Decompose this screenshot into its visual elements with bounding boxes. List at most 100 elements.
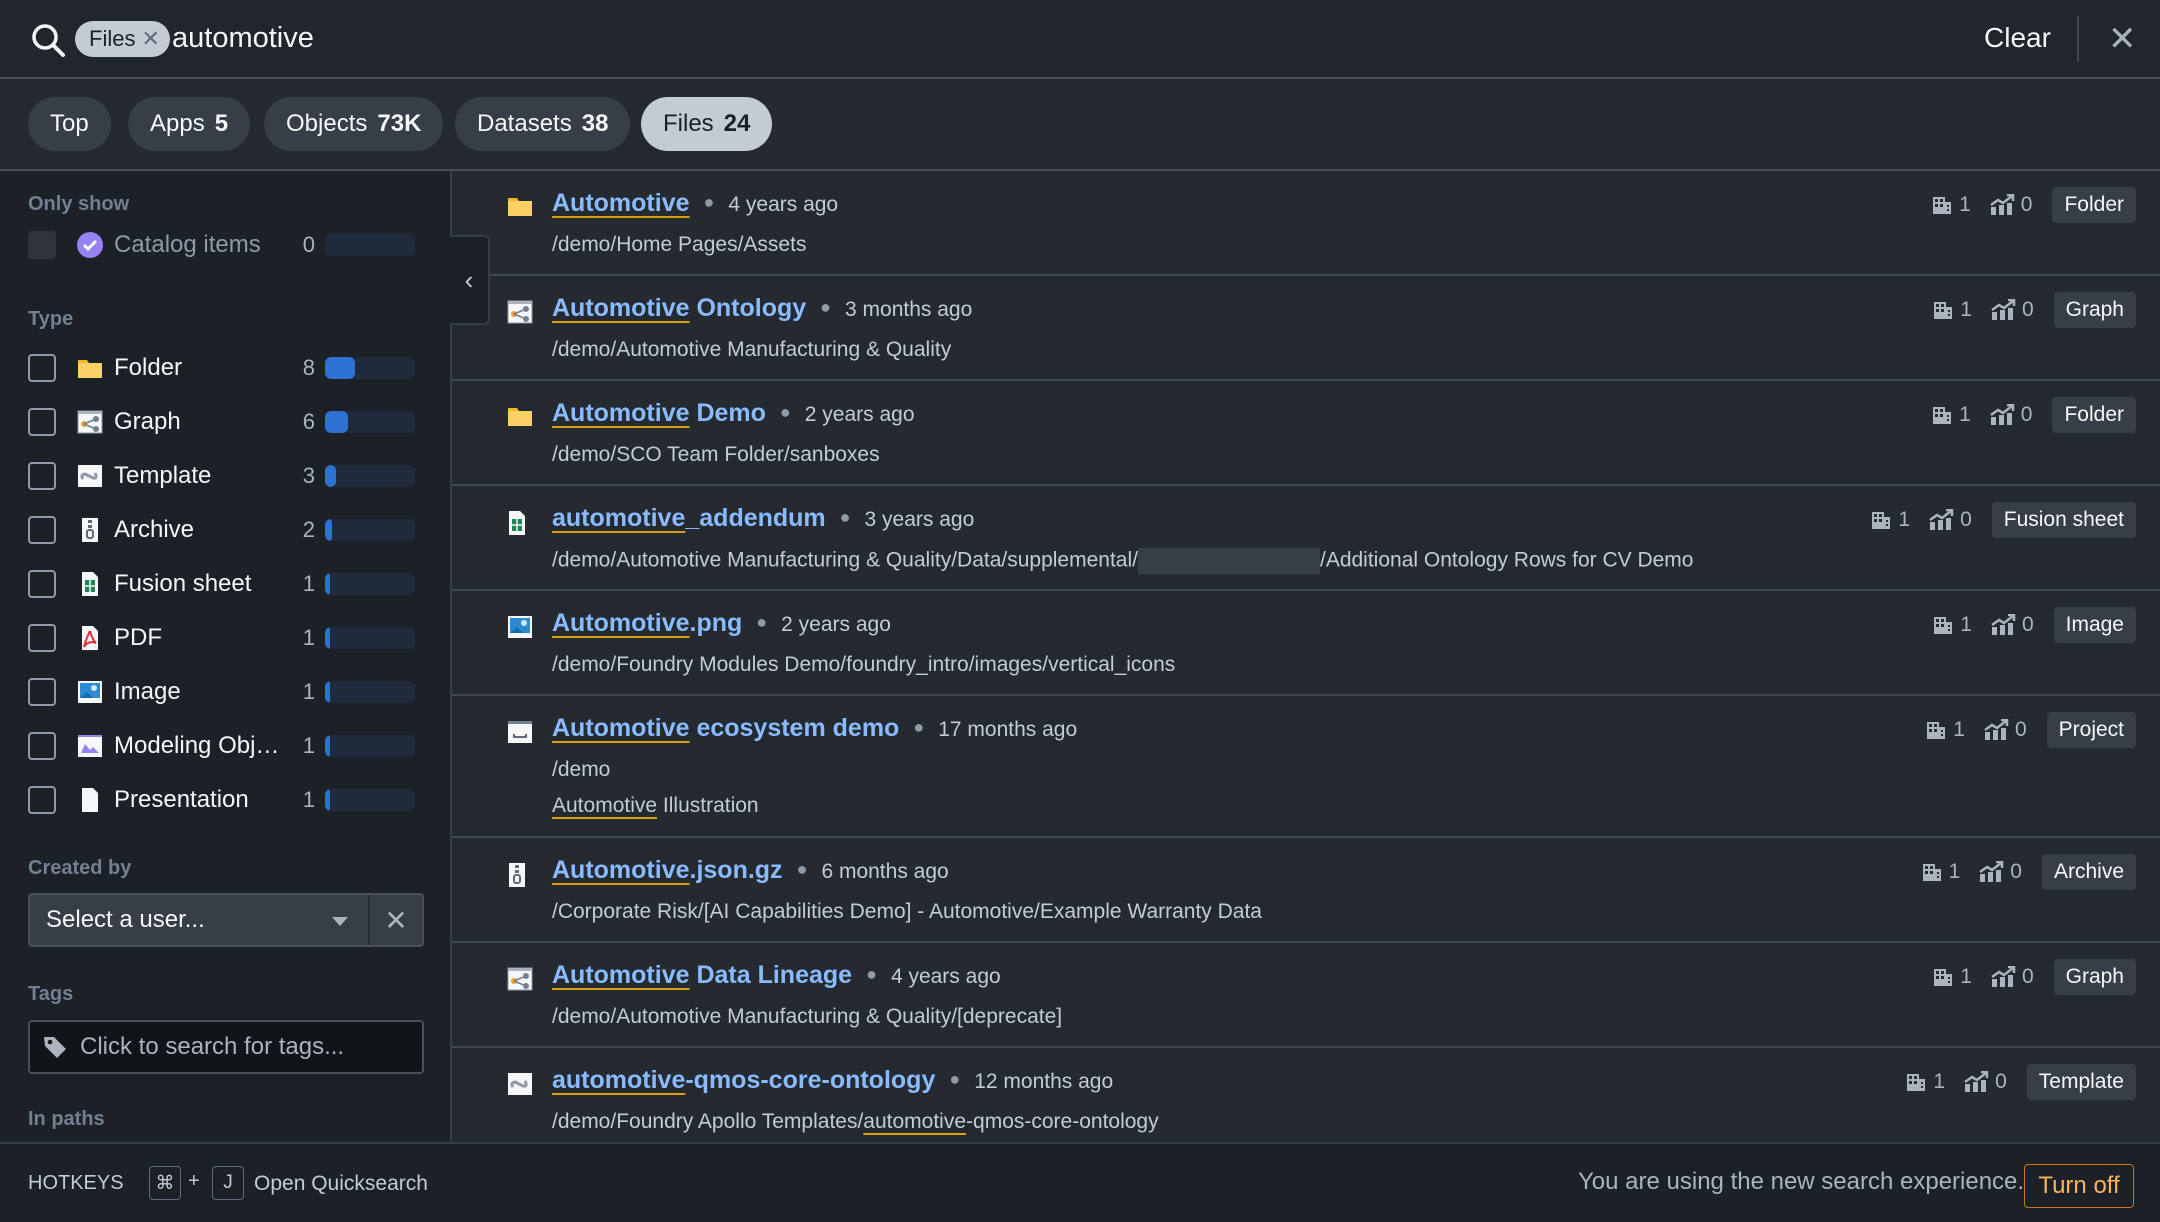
graph-icon <box>507 300 533 326</box>
usage-count: 0 <box>2010 860 2022 883</box>
result-path[interactable]: /demo/SCO Team Folder/sanboxes <box>552 443 880 467</box>
result-title-link[interactable]: automotive_addendum <box>552 504 826 533</box>
result-row[interactable]: Automotive.png ● 2 years ago/demo/Foundry … <box>452 591 2160 696</box>
usage-trend-icon <box>1989 403 2015 426</box>
result-path[interactable]: /demo/Foundry Modules Demo/foundry_intro… <box>552 653 1175 677</box>
collapse-sidebar-button[interactable]: ‹ <box>450 235 490 325</box>
facet-checkbox[interactable] <box>28 678 56 706</box>
presentation-icon <box>76 786 104 814</box>
in-paths-label: In paths <box>28 1108 105 1130</box>
result-meta: 1 0 Folder <box>1931 187 2136 223</box>
facet-count: 1 <box>302 571 315 596</box>
result-title-link[interactable]: Automotive Data Lineage <box>552 961 852 990</box>
clear-user-icon[interactable]: ✕ <box>370 895 422 945</box>
facet-type-presentation[interactable]: Presentation 1 <box>28 780 428 820</box>
facet-checkbox[interactable] <box>28 462 56 490</box>
result-path[interactable]: /demo <box>552 758 610 782</box>
facet-label: Image <box>114 678 181 705</box>
resource-type-badge: Graph <box>2053 292 2136 328</box>
result-row[interactable]: Automotive ● 4 years ago/demo/Home Pages/A… <box>452 171 2160 276</box>
search-input[interactable]: automotive <box>172 18 314 58</box>
remove-chip-icon[interactable]: ✕ <box>141 26 159 52</box>
result-title-link[interactable]: Automotive.png <box>552 609 742 638</box>
result-path[interactable]: /demo/Foundry Apollo Templates/automotiv… <box>552 1110 1159 1134</box>
close-icon[interactable]: ✕ <box>2108 20 2137 58</box>
result-row[interactable]: Automotive Demo ● 2 years ago/demo/SCO Tea… <box>452 381 2160 486</box>
facet-checkbox[interactable] <box>28 786 56 814</box>
facet-checkbox[interactable] <box>28 516 56 544</box>
tab-apps[interactable]: Apps 5 <box>128 97 251 151</box>
facet-count: 0 <box>302 232 315 257</box>
result-meta: 1 0 Image <box>1932 607 2136 643</box>
result-title-link[interactable]: Automotive <box>552 189 690 218</box>
result-title-link[interactable]: Automotive Demo <box>552 399 766 428</box>
turn-off-button[interactable]: Turn off <box>2024 1164 2134 1208</box>
facet-type-graph[interactable]: Graph 6 <box>28 402 428 442</box>
result-path[interactable]: /demo/Automotive Manufacturing & Quality <box>552 338 951 362</box>
folder-icon <box>507 405 533 431</box>
result-path[interactable]: /demo/Automotive Manufacturing & Quality… <box>552 548 1693 574</box>
result-time: 12 months ago <box>974 1070 1114 1093</box>
result-title-link[interactable]: Automotive ecosystem demo <box>552 714 899 743</box>
result-path-part: /demo/Foundry Modules Demo/foundry_intro… <box>552 653 1176 676</box>
facet-type-modeling-obje[interactable]: Modeling Obje… 1 <box>28 726 428 766</box>
facet-type-image[interactable]: Image 1 <box>28 672 428 712</box>
result-path[interactable]: /demo/Automotive Manufacturing & Quality… <box>552 1005 1062 1029</box>
facet-type-folder[interactable]: Folder 8 <box>28 348 428 388</box>
result-row[interactable]: automotive-qmos-core-ontology ● 12 months … <box>452 1048 2160 1142</box>
facet-checkbox[interactable] <box>28 570 56 598</box>
result-path[interactable]: /Corporate Risk/[AI Capabilities Demo] -… <box>552 900 1262 924</box>
facet-label: Template <box>114 462 212 489</box>
organization-icon <box>1932 966 1954 988</box>
separator-dot: ● <box>839 507 851 527</box>
org-count: 1 <box>1959 403 1971 426</box>
user-select[interactable]: Select a user... ✕ <box>28 893 424 947</box>
result-row[interactable]: Automotive Data Lineage ● 4 years ago/demo… <box>452 943 2160 1048</box>
catalog-checkbox[interactable] <box>28 231 56 259</box>
result-title-link[interactable]: Automotive Ontology <box>552 294 806 323</box>
result-row[interactable]: Automotive Ontology ● 3 months ago/demo/Au… <box>452 276 2160 381</box>
facet-type-fusion-sheet[interactable]: Fusion sheet 1 <box>28 564 428 604</box>
clear-button[interactable]: Clear <box>1984 18 2051 58</box>
filter-chip-files[interactable]: Files ✕ <box>75 21 170 57</box>
result-meta: 1 0 Project <box>1925 712 2136 748</box>
title-rest: -qmos-core-ontology <box>685 1066 936 1094</box>
result-time: 3 years ago <box>864 508 975 531</box>
facet-catalog-items[interactable]: Catalog items 0 <box>28 225 428 265</box>
header-divider <box>2077 16 2079 62</box>
result-row[interactable]: Automotive.json.gz ● 6 months ago/Corporat… <box>452 838 2160 943</box>
tab-top[interactable]: Top <box>28 97 111 151</box>
facet-checkbox[interactable] <box>28 354 56 382</box>
result-title-link[interactable]: automotive-qmos-core-ontology <box>552 1066 935 1095</box>
separator-dot: ● <box>949 1069 961 1089</box>
facet-checkbox[interactable] <box>28 624 56 652</box>
title-rest: .png <box>689 609 743 637</box>
facet-checkbox[interactable] <box>28 732 56 760</box>
facet-type-pdf[interactable]: PDF 1 <box>28 618 428 658</box>
tag-icon <box>44 1037 66 1058</box>
template-icon <box>76 462 104 490</box>
tab-datasets[interactable]: Datasets 38 <box>455 97 631 151</box>
facet-type-archive[interactable]: Archive 2 <box>28 510 428 550</box>
facet-count: 1 <box>302 733 315 758</box>
verified-badge-icon <box>76 231 104 259</box>
tab-count: 5 <box>214 110 229 137</box>
tab-label: Datasets <box>477 110 572 137</box>
facet-checkbox[interactable] <box>28 408 56 436</box>
result-title-link[interactable]: Automotive.json.gz <box>552 856 783 885</box>
title-rest: Data Lineage <box>689 961 853 989</box>
org-count: 1 <box>1898 508 1911 531</box>
user-select-field[interactable]: Select a user... <box>30 895 370 945</box>
result-path[interactable]: /demo/Home Pages/Assets <box>552 233 806 257</box>
tab-objects[interactable]: Objects 73K <box>264 97 444 151</box>
facet-bar-fill <box>325 411 348 433</box>
organization-icon <box>1932 299 1954 321</box>
facet-bar-fill <box>325 573 331 595</box>
tab-files[interactable]: Files 24 <box>641 97 773 151</box>
result-row[interactable]: Automotive ecosystem demo ● 17 months ago /… <box>452 696 2160 838</box>
tags-label: Tags <box>28 983 74 1005</box>
tags-search-input[interactable]: Click to search for tags... <box>28 1020 424 1074</box>
usage-count: 0 <box>1960 508 1972 531</box>
facet-type-template[interactable]: Template 3 <box>28 456 428 496</box>
result-row[interactable]: automotive_addendum ● 3 years ago/demo/Aut… <box>452 486 2160 591</box>
